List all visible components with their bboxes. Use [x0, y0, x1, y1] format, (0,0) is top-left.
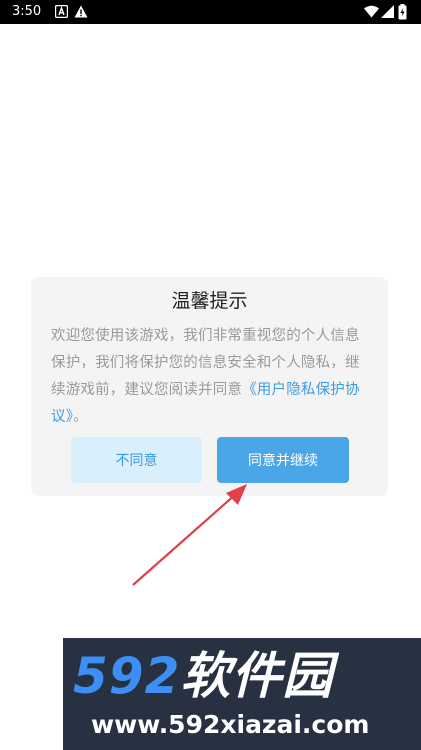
watermark-logo-number: 592	[73, 647, 181, 705]
watermark-url: www.592xiazai.com	[91, 710, 370, 739]
watermark-logo: 592软件园	[73, 646, 413, 706]
watermark-banner: 592软件园 www.592xiazai.com	[63, 638, 421, 750]
watermark-logo-text: 软件园	[180, 647, 334, 705]
